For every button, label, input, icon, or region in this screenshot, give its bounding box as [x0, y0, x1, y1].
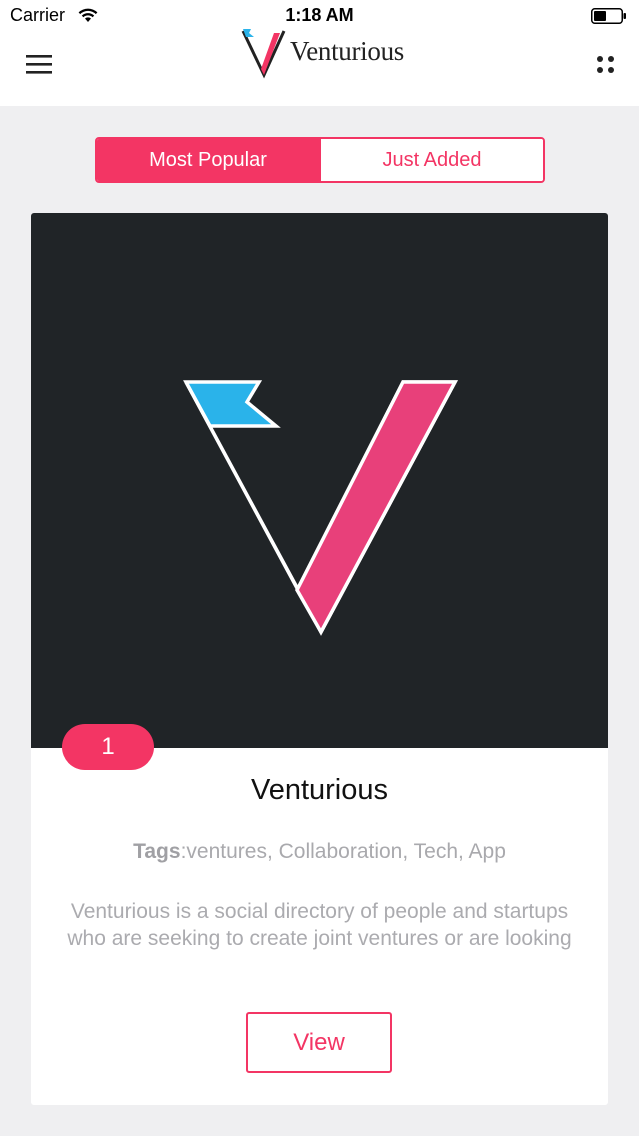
venture-image[interactable] — [31, 213, 608, 748]
segmented-tabs: Most Popular Just Added — [95, 137, 545, 183]
venture-description: Venturious is a social directory of peop… — [67, 900, 572, 950]
battery-icon — [591, 8, 626, 24]
app-title: Venturious — [290, 35, 404, 66]
venture-title: Venturious — [250, 774, 389, 806]
hamburger-menu-icon[interactable] — [26, 52, 54, 78]
tags-label: Tags — [133, 840, 181, 863]
venture-card: 1 Venturious Tags:ventures, Collaboratio… — [31, 213, 608, 1105]
status-time: 1:18 AM — [285, 5, 354, 25]
four-dots-icon[interactable] — [595, 54, 617, 76]
tab-most-popular[interactable]: Most Popular — [97, 139, 319, 181]
venture-tags: Tags:ventures, Collaboration, Tech, App — [31, 840, 608, 864]
view-button[interactable]: View — [246, 1012, 392, 1073]
tags-value: :ventures, Collaboration, Tech, App — [180, 840, 506, 863]
venturious-large-logo-icon — [183, 380, 458, 636]
rank-badge: 1 — [62, 724, 154, 770]
venturious-logo-icon — [241, 29, 286, 79]
tab-just-added[interactable]: Just Added — [319, 139, 543, 181]
navigation-bar: Venturious — [0, 29, 639, 106]
app-brand: Venturious — [240, 26, 404, 80]
